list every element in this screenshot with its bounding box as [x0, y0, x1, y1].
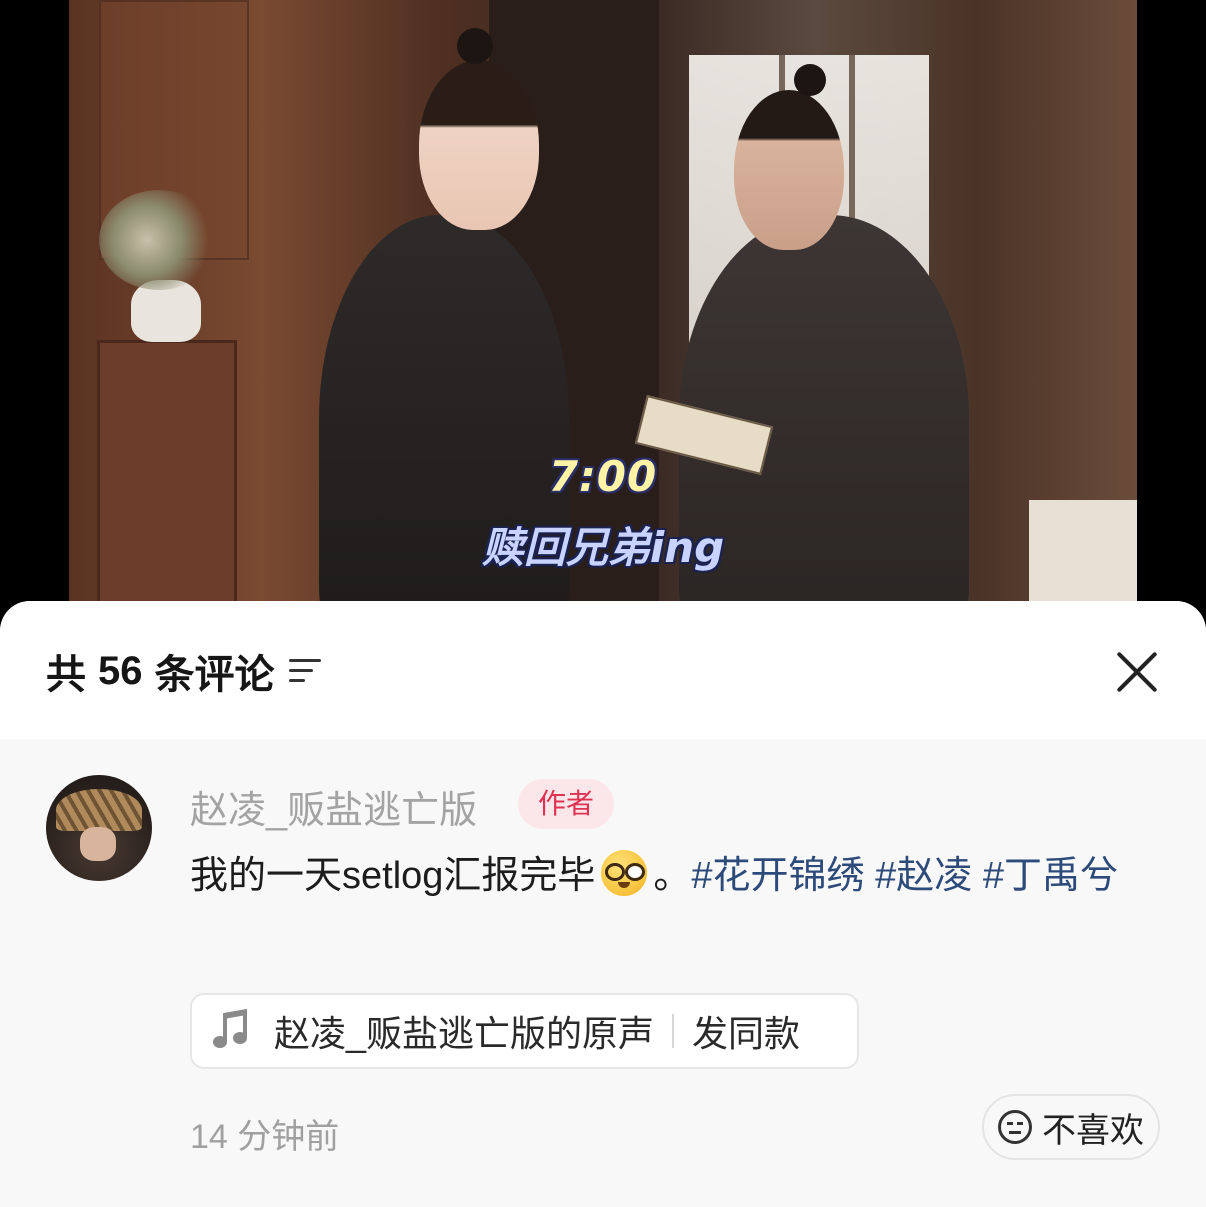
comments-count: 56 — [98, 648, 143, 693]
comments-title-suffix: 条评论 — [154, 653, 275, 697]
avatar-face — [80, 827, 116, 861]
nerd-face-emoji-icon — [601, 850, 648, 896]
hashtag-link[interactable]: #赵凌 — [875, 855, 972, 897]
comment-username[interactable]: 赵凌_贩盐逃亡版 — [190, 779, 477, 834]
hashtag-link[interactable]: #丁禹兮 — [983, 855, 1118, 897]
dislike-label: 不喜欢 — [1042, 1111, 1144, 1150]
original-sound-card[interactable]: 赵凌_贩盐逃亡版的原声 发同款 — [190, 993, 859, 1069]
avatar[interactable] — [46, 775, 152, 881]
music-note-icon — [212, 1008, 252, 1051]
dislike-button[interactable]: 不喜欢 — [982, 1094, 1160, 1160]
sound-divider — [672, 1014, 675, 1048]
person-right-head — [734, 90, 844, 250]
video-player[interactable]: 7:00 赎回兄弟ing — [0, 0, 1206, 640]
avatar-hat — [56, 789, 142, 831]
sound-title[interactable]: 赵凌_贩盐逃亡版的原声 — [274, 1005, 654, 1057]
hashtag-link[interactable]: #花开锦绣 — [691, 855, 864, 897]
meh-face-icon — [998, 1110, 1032, 1144]
close-icon[interactable] — [1112, 647, 1162, 697]
person-right-hair-bun — [794, 64, 826, 96]
video-overlay-time: 7:00 — [548, 452, 658, 501]
comment-timestamp: 14 分钟前 — [190, 1118, 340, 1156]
comments-title-prefix: 共 — [46, 653, 86, 697]
sort-lines-icon[interactable] — [288, 657, 323, 685]
comment-text: 我的一天setlog汇报完毕 。#花开锦绣 #赵凌 #丁禹兮 — [190, 843, 1160, 909]
comment-item[interactable]: 赵凌_贩盐逃亡版 作者 我的一天setlog汇报完毕 。#花开锦绣 #赵凌 #丁禹… — [0, 739, 1206, 1207]
comment-body: 我的一天setlog汇报完毕 — [190, 855, 596, 897]
comments-sheet: 共 56 条评论 赵凌_贩盐逃亡版 作者 我的一天setlog汇报完毕 。#花开锦… — [0, 601, 1206, 1207]
comment-punctuation: 。 — [653, 855, 692, 897]
background-flowers — [99, 190, 219, 290]
comments-header: 共 56 条评论 — [0, 601, 1206, 739]
comments-count-title[interactable]: 共 56 条评论 — [46, 643, 323, 699]
person-left-head — [419, 60, 539, 230]
author-badge: 作者 — [518, 779, 615, 829]
person-left — [319, 215, 569, 640]
video-overlay-caption: 赎回兄弟ing — [481, 523, 725, 572]
person-left-hair-bun — [457, 28, 493, 64]
use-sound-button[interactable]: 发同款 — [692, 1005, 800, 1057]
